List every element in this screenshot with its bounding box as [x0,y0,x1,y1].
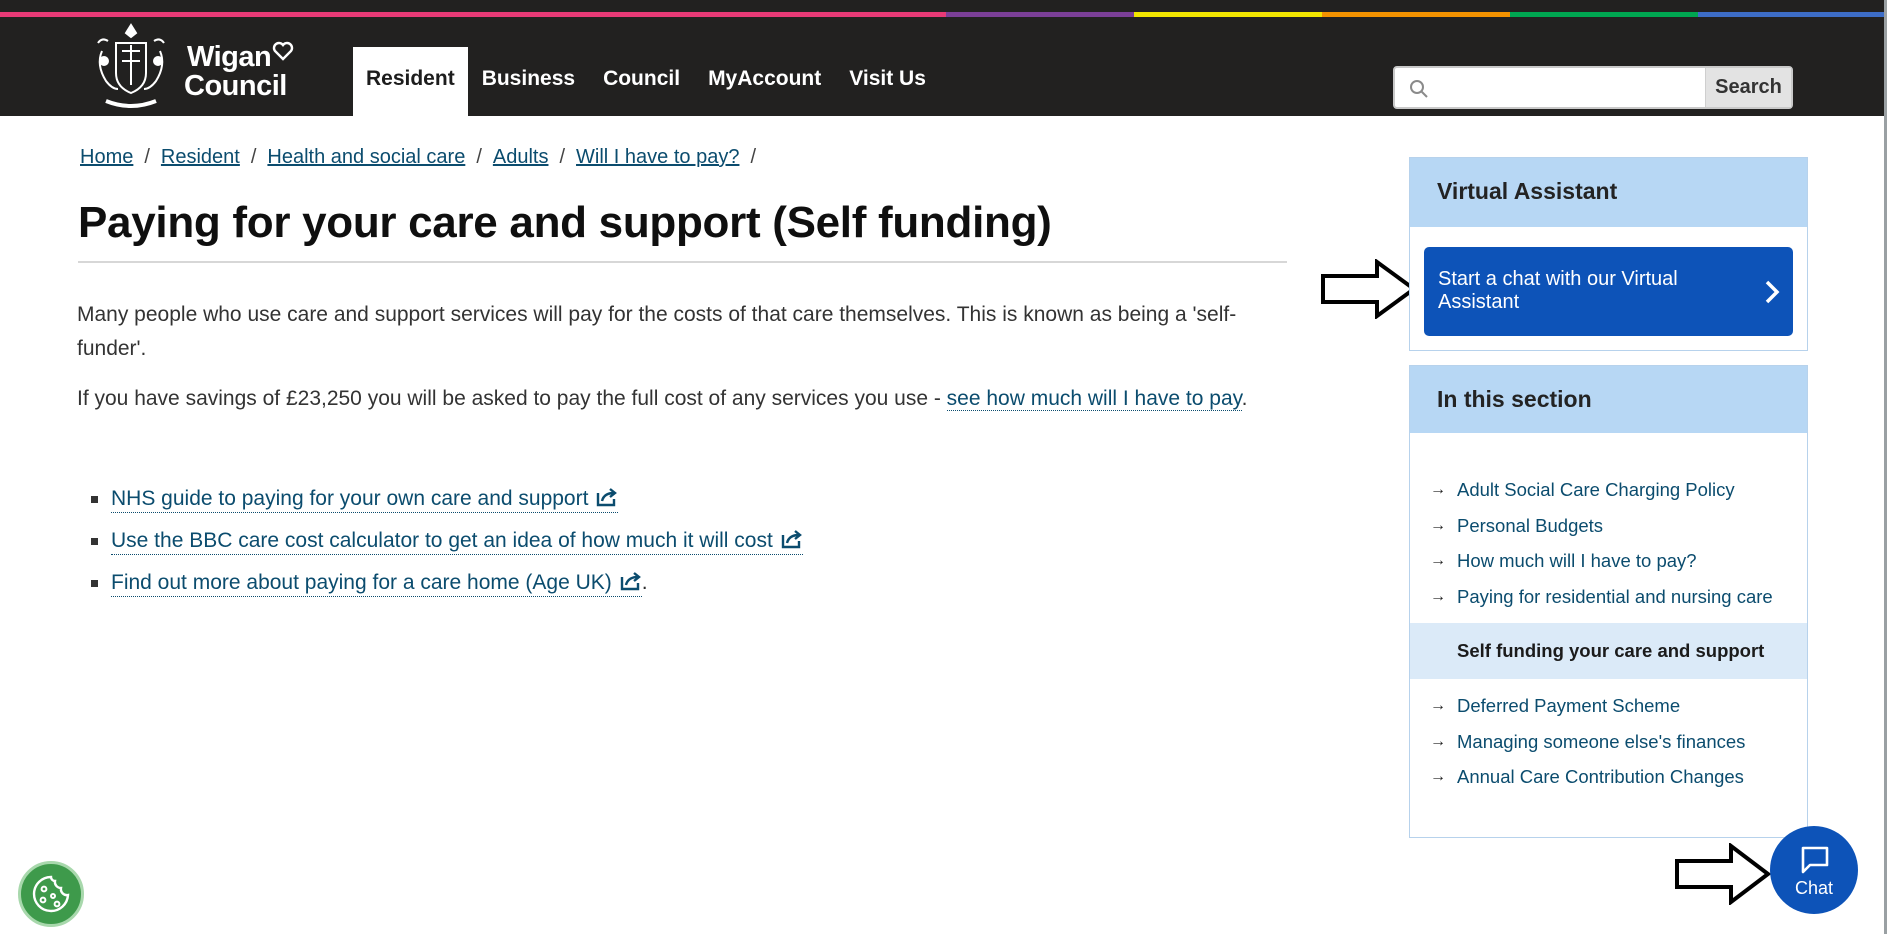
breadcrumb-separator: / [250,146,257,168]
nhs-guide-link[interactable]: NHS guide to paying for your own care an… [111,487,619,513]
savings-text: If you have savings of £23,250 you will … [77,387,947,410]
section-nav-item-current: Self funding your care and support [1410,623,1807,679]
cookie-icon [32,875,70,913]
section-nav-item[interactable]: → Personal Budgets [1410,509,1807,545]
breadcrumb-separator: / [750,146,757,168]
nav-item-visit-us[interactable]: Visit Us [835,47,940,116]
arrow-right-icon: → [1430,552,1446,569]
savings-end: . [1241,387,1248,410]
arrow-right-icon: → [1430,768,1446,785]
section-nav-list: → Adult Social Care Charging Policy → Pers… [1410,473,1807,796]
section-link-residential-nursing[interactable]: Paying for residential and nursing care [1457,586,1773,607]
breadcrumb-will-i-have-to-pay[interactable]: Will I have to pay? [576,146,739,169]
external-link-icon [597,488,618,507]
link-label: Find out more about paying for a care ho… [111,571,612,594]
bullet [91,496,98,503]
external-link-icon [620,572,641,591]
crest-icon [97,23,165,108]
breadcrumb-separator: / [476,146,482,168]
external-link-icon [781,530,802,549]
chat-bubble-icon [1801,846,1829,874]
breadcrumb-separator: / [144,146,150,168]
see-how-much-link[interactable]: see how much will I have to pay [946,387,1242,411]
arrow-right-icon: → [1430,481,1446,498]
section-nav-item[interactable]: → Annual Care Contribution Changes [1410,760,1807,796]
in-this-section-heading: In this section [1410,366,1807,433]
main-nav: Resident Business Council MyAccount Visi… [353,47,940,116]
arrow-right-icon: → [1430,516,1446,534]
section-nav-item[interactable]: → Managing someone else's finances [1410,725,1807,761]
link-label: Use the BBC care cost calculator to get … [111,529,773,552]
start-chat-button[interactable]: Start a chat with our Virtual Assistant [1424,247,1793,336]
section-link-managing-finances[interactable]: Managing someone else's finances [1457,731,1745,752]
section-current-label: Self funding your care and support [1457,640,1765,661]
site-logo[interactable]: Wigan Council [92,21,302,111]
virtual-assistant-panel: Virtual Assistant Start a chat with our … [1409,157,1808,351]
breadcrumb-resident[interactable]: Resident [161,146,240,169]
search-input[interactable] [1435,72,1685,104]
nav-item-myaccount[interactable]: MyAccount [694,47,835,116]
nav-item-resident[interactable]: Resident [353,47,468,116]
footer-strip [0,905,1887,934]
logo-text-wigan: Wigan [187,41,272,73]
search-icon [1410,80,1428,98]
bbc-calculator-link[interactable]: Use the BBC care cost calculator to get … [111,529,803,555]
start-chat-label: Start a chat with our Virtual Assistant [1438,268,1678,313]
age-uk-link[interactable]: Find out more about paying for a care ho… [111,571,642,597]
list-item: NHS guide to paying for your own care an… [90,483,803,525]
section-nav-item[interactable]: → Paying for residential and nursing care [1410,580,1807,616]
breadcrumb: Home / Resident / Health and social care… [80,146,767,169]
search-box: Search [1393,66,1793,109]
nav-item-business[interactable]: Business [468,47,589,116]
section-nav-item[interactable]: → Deferred Payment Scheme [1410,689,1807,725]
link-trail: . [641,571,648,594]
section-link-how-much[interactable]: How much will I have to pay? [1457,550,1697,571]
savings-paragraph: If you have savings of £23,250 you will … [77,382,1292,416]
logo-text-council: Council [184,70,287,102]
list-item: Find out more about paying for a care ho… [90,567,803,609]
rainbow-strip [0,0,1887,17]
section-nav-item[interactable]: → How much will I have to pay? [1410,544,1807,580]
external-links-list: NHS guide to paying for your own care an… [90,483,803,609]
chevron-right-icon [1765,280,1780,304]
section-link-annual-contribution[interactable]: Annual Care Contribution Changes [1457,766,1744,787]
chat-widget-button[interactable]: Chat [1770,826,1858,914]
list-item: Use the BBC care cost calculator to get … [90,525,803,567]
link-label: NHS guide to paying for your own care an… [111,487,589,510]
breadcrumb-health-social-care[interactable]: Health and social care [267,146,465,169]
cookie-settings-button[interactable] [18,861,84,927]
section-link-deferred-payment[interactable]: Deferred Payment Scheme [1457,695,1680,716]
breadcrumb-adults[interactable]: Adults [493,146,549,169]
bullet [91,580,98,587]
page-title: Paying for your care and support (Self f… [78,198,1052,247]
pointer-arrow-icon [1675,843,1771,905]
arrow-right-icon: → [1430,732,1446,750]
arrow-right-icon: → [1430,697,1446,714]
section-link-personal-budgets[interactable]: Personal Budgets [1457,515,1603,536]
breadcrumb-separator: / [559,146,566,168]
intro-paragraph: Many people who use care and support ser… [77,303,1237,360]
breadcrumb-home[interactable]: Home [80,146,133,169]
search-button[interactable]: Search [1705,68,1791,107]
section-nav-item[interactable]: → Adult Social Care Charging Policy [1410,473,1807,509]
bullet [91,538,98,545]
chat-label: Chat [1794,878,1834,898]
pointer-arrow-icon [1321,259,1417,319]
in-this-section-panel: In this section → Adult Social Care Charg… [1409,365,1808,838]
nav-item-council[interactable]: Council [589,47,694,116]
virtual-assistant-heading: Virtual Assistant [1410,158,1807,227]
heart-icon [272,41,294,61]
arrow-right-icon: → [1430,587,1446,605]
section-link-charging-policy[interactable]: Adult Social Care Charging Policy [1457,479,1735,500]
title-divider [78,261,1287,263]
site-header: Wigan Council Resident Business Council … [0,17,1887,116]
